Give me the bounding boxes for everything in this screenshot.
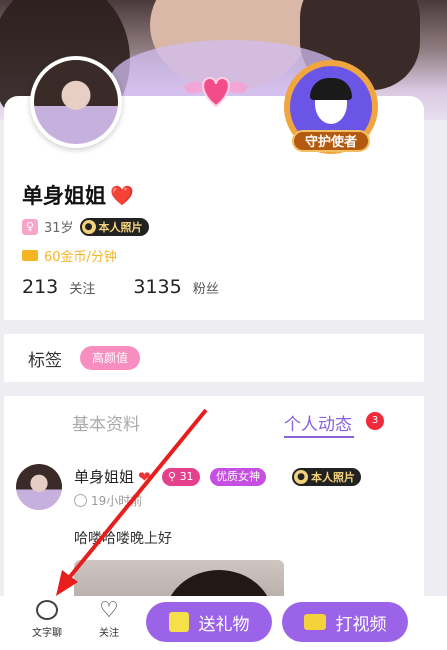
bottom-bar: 文字聊 ♡ 关注 送礼物 打视频 xyxy=(0,596,447,650)
tag-chip: 高颜值 xyxy=(80,346,141,370)
heart-wings-icon xyxy=(184,76,248,108)
gift-icon xyxy=(168,612,189,632)
heart-outline-icon: ♡ xyxy=(99,598,119,623)
post-author: 单身姐姐 ❤ xyxy=(74,466,151,487)
price-text: 60金币/分钟 xyxy=(44,250,117,265)
real-photo-badge: ● 本人照片 xyxy=(79,217,149,236)
level-value: 31 xyxy=(179,470,194,483)
post-real-photo-badge: ● 本人照片 xyxy=(292,468,361,486)
profile-name: 单身姐姐 xyxy=(22,184,106,208)
text-chat-label: 文字聊 xyxy=(32,628,62,639)
tags-title: 标签 xyxy=(28,351,62,371)
follow-button[interactable]: ♡ 关注 xyxy=(84,598,134,640)
dynamics-count-badge: 3 xyxy=(366,412,384,430)
text-chat-button[interactable]: 文字聊 xyxy=(22,600,72,639)
verified-person-icon: ● xyxy=(294,470,308,484)
heart-icon: ❤ xyxy=(138,467,151,486)
fans-stat[interactable]: 3135 粉丝 xyxy=(133,276,218,298)
stats-row: 213 关注 3135 粉丝 xyxy=(22,276,219,298)
price-row: 60金币/分钟 xyxy=(22,246,117,265)
fans-label: 粉丝 xyxy=(192,282,219,297)
video-call-button[interactable]: 打视频 xyxy=(282,602,408,642)
guardian-label: 守护使者 xyxy=(292,130,370,152)
post-real-photo-label: 本人照片 xyxy=(311,471,355,484)
tab-dynamics[interactable]: 个人动态 xyxy=(284,410,352,435)
post-time: 19小时前 xyxy=(74,492,142,509)
avatar[interactable] xyxy=(30,56,122,148)
send-gift-button[interactable]: 送礼物 xyxy=(146,602,272,642)
age-text: 31岁 xyxy=(44,221,74,236)
active-tab-indicator xyxy=(284,436,354,438)
tab-basic-info[interactable]: 基本资料 xyxy=(72,410,140,435)
follow-label: 关注 xyxy=(99,628,119,639)
post-avatar[interactable] xyxy=(16,464,62,510)
following-label: 关注 xyxy=(69,282,96,297)
video-call-label: 打视频 xyxy=(335,614,387,635)
female-icon: ♀ xyxy=(22,218,38,235)
send-gift-label: 送礼物 xyxy=(198,614,250,635)
verified-person-icon: ● xyxy=(81,219,96,234)
real-photo-label: 本人照片 xyxy=(98,220,143,234)
goddess-badge: 优质女神 xyxy=(210,468,266,486)
level-badge: ⚲ 31 xyxy=(162,468,200,486)
fans-count: 3135 xyxy=(133,276,182,298)
clock-icon xyxy=(74,494,87,507)
post-author-name: 单身姐姐 xyxy=(74,468,135,486)
following-count: 213 xyxy=(22,276,59,298)
post-text: 哈喽哈喽晚上好 xyxy=(74,531,172,547)
heart-icon: ❤️ xyxy=(110,184,134,207)
tags-card: 标签 高颜值 xyxy=(4,334,424,382)
post-time-text: 19小时前 xyxy=(91,494,143,508)
video-camera-icon xyxy=(22,250,38,261)
video-camera-icon xyxy=(303,614,326,630)
chat-bubble-icon xyxy=(36,600,58,620)
profile-name-row: 单身姐姐 ❤️ xyxy=(22,180,134,210)
following-stat[interactable]: 213 关注 xyxy=(22,276,95,298)
age-row: ♀ 31岁 ● 本人照片 xyxy=(22,217,149,236)
